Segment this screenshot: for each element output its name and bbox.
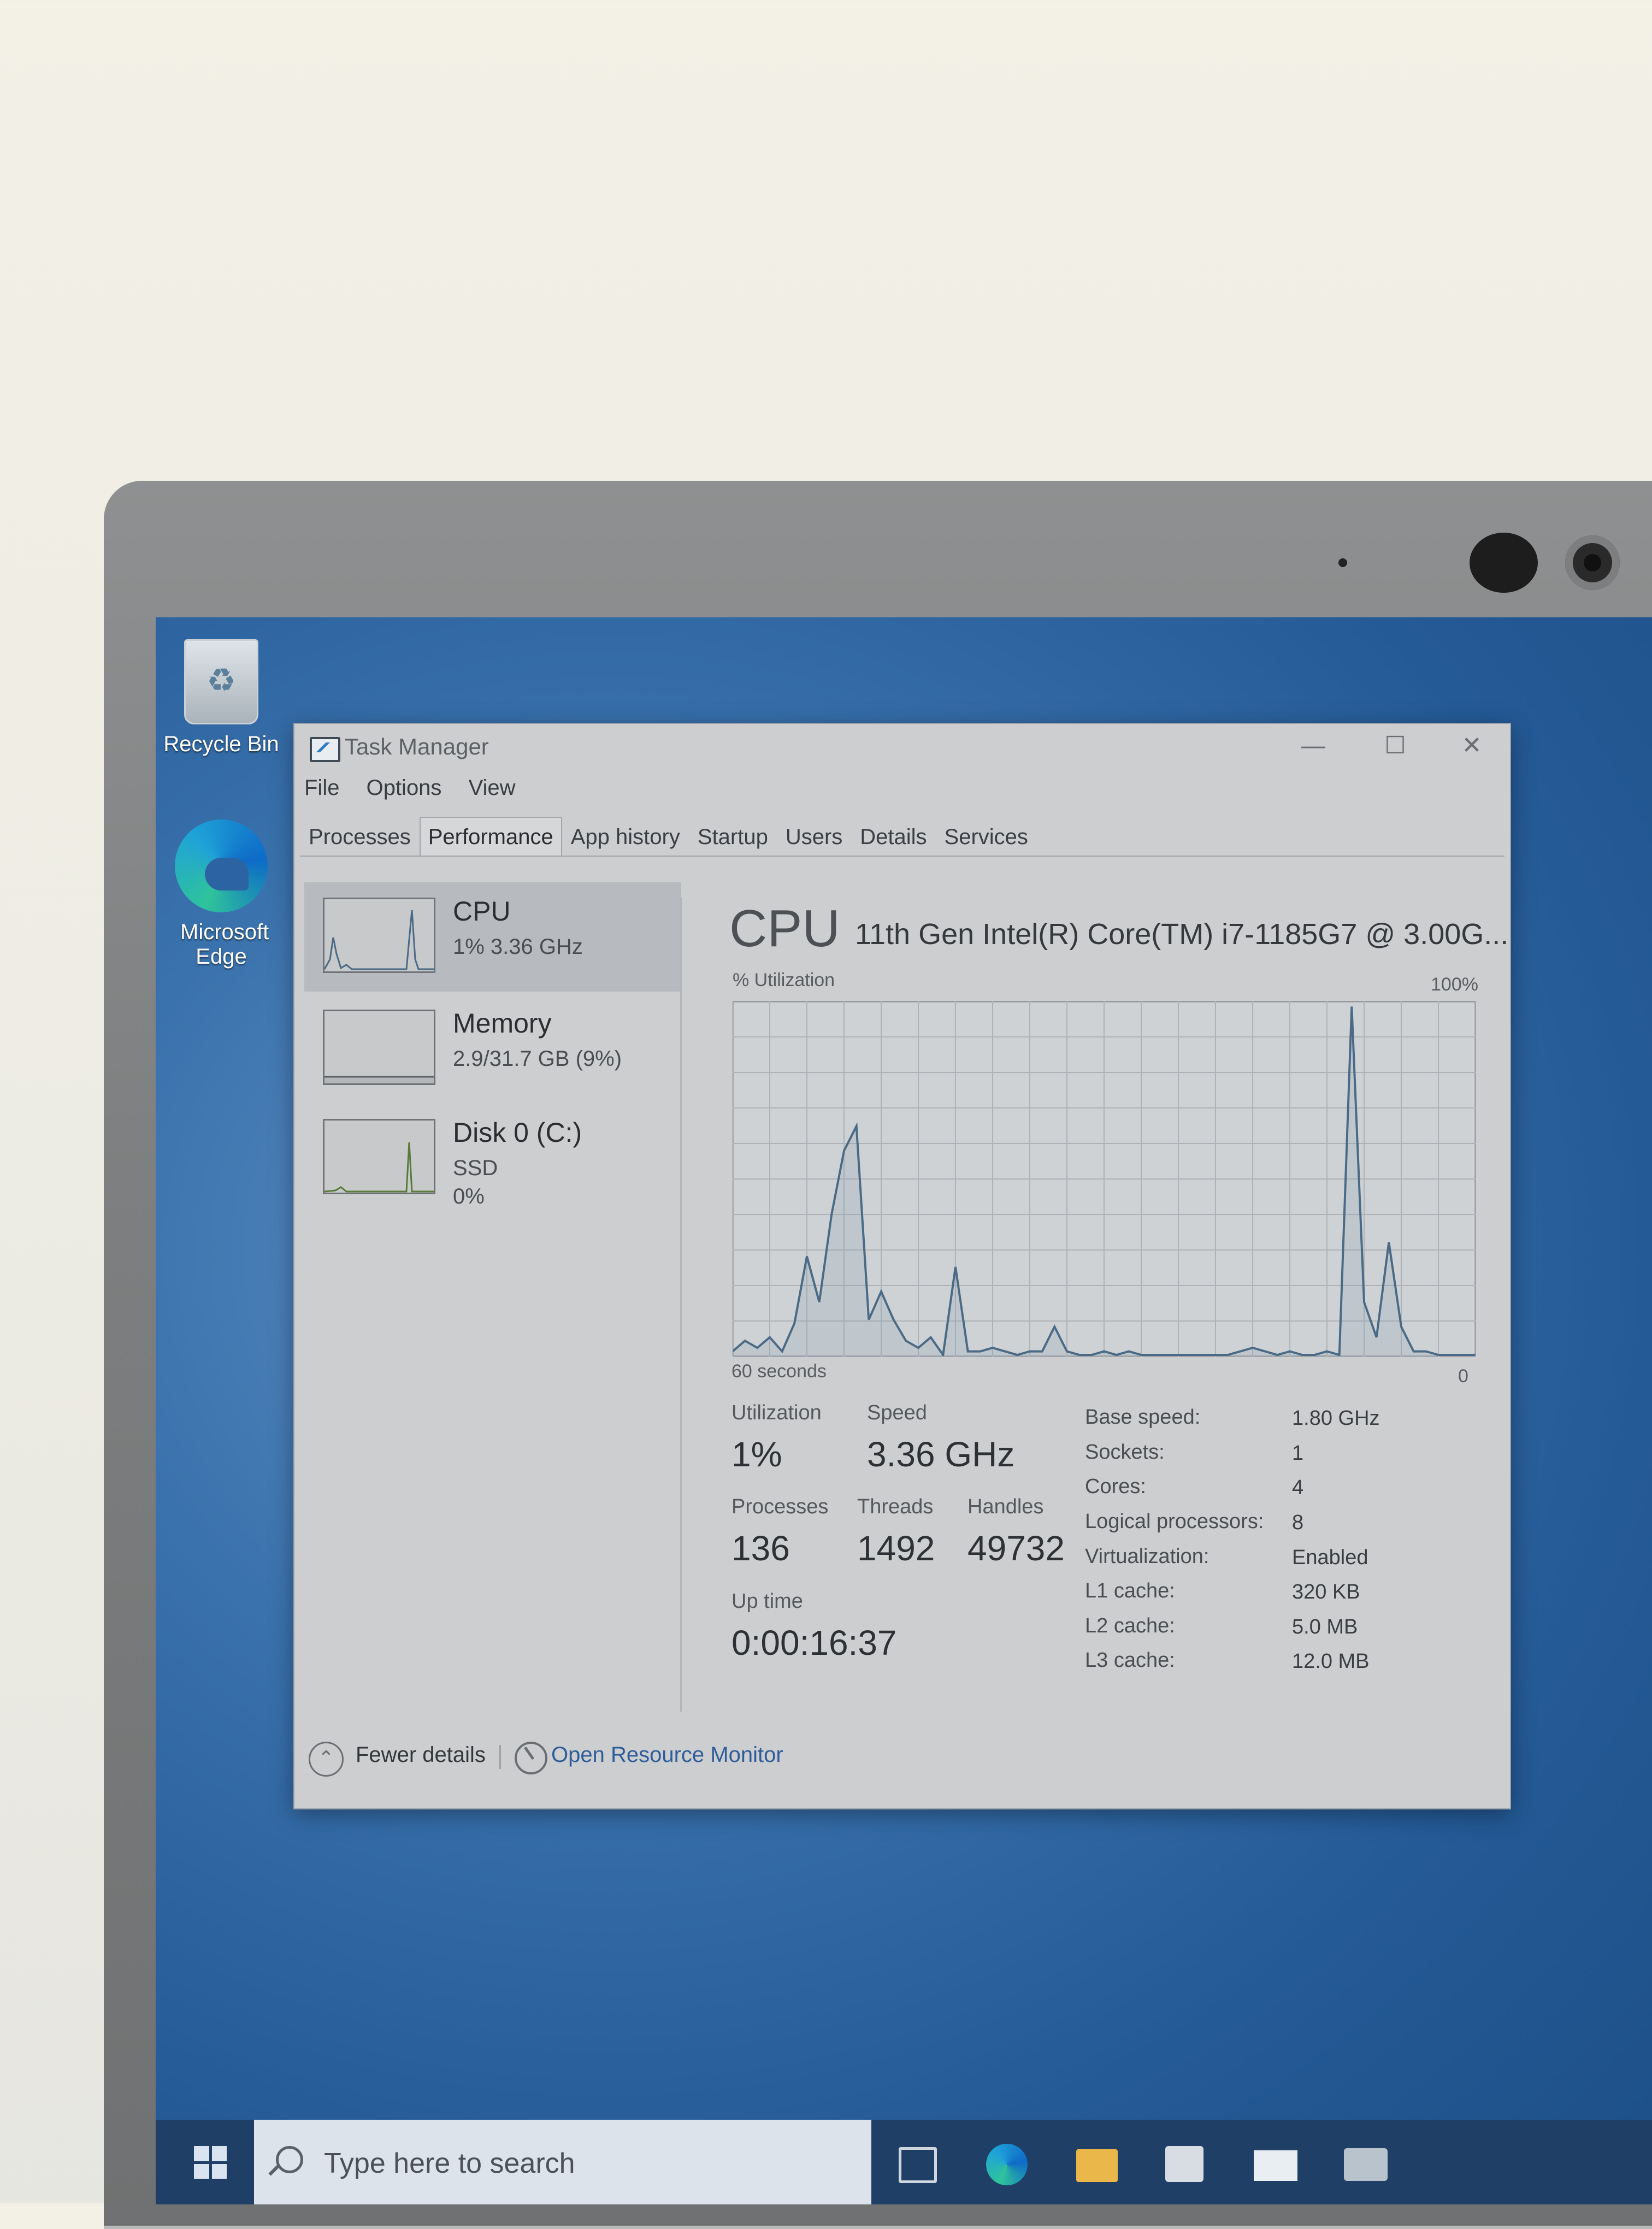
spec-label: L3 cache:: [1085, 1649, 1175, 1672]
sidebar-title: CPU: [453, 896, 511, 927]
graph-max-label: 100%: [1431, 974, 1478, 995]
window-footer: ⌃ Fewer details Open Resource Monitor: [294, 1732, 1510, 1786]
spec-value: 8: [1292, 1511, 1304, 1534]
windows-start-icon[interactable]: [194, 2146, 227, 2179]
desktop-icon-label: Microsoft Edge: [180, 920, 269, 969]
graph-x-label: 60 seconds: [731, 1361, 827, 1382]
search-placeholder: Type here to search: [324, 2148, 575, 2179]
panel-divider: [680, 898, 682, 1712]
spec-value: 1: [1292, 1442, 1304, 1465]
cpu-utilization-graph: [731, 1000, 1477, 1358]
desktop-icon-label: Recycle Bin: [163, 732, 279, 756]
recycle-bin-icon: [184, 639, 258, 724]
spec-value: 5.0 MB: [1292, 1615, 1358, 1638]
close-button[interactable]: ✕: [1439, 729, 1504, 762]
task-manager-icon: [310, 737, 340, 762]
sidebar-subtitle: SSD: [453, 1156, 498, 1180]
store-icon[interactable]: [1165, 2146, 1203, 2182]
spec-label: Logical processors:: [1085, 1510, 1264, 1533]
maximize-button[interactable]: ☐: [1362, 729, 1428, 762]
handles-label: Handles: [967, 1495, 1044, 1518]
sidebar-title: Memory: [453, 1008, 552, 1039]
sidebar-item-cpu[interactable]: CPU 1% 3.36 GHz: [304, 882, 681, 992]
cpu-graph-svg: [731, 1000, 1477, 1358]
edge-icon: [175, 819, 268, 912]
menu-bar: File Options View: [304, 776, 536, 809]
sidebar-subtitle: 1% 3.36 GHz: [453, 935, 583, 959]
memory-thumbnail-graph: [323, 1010, 435, 1085]
sidebar-subtitle-2: 0%: [453, 1184, 485, 1208]
spec-value: 1.80 GHz: [1292, 1407, 1380, 1430]
spec-value: 4: [1292, 1476, 1304, 1499]
desktop-icon-edge[interactable]: Microsoft Edge: [156, 819, 287, 969]
detail-heading: CPU: [729, 899, 840, 958]
tab-app-history[interactable]: App history: [562, 817, 689, 856]
menu-options[interactable]: Options: [367, 776, 442, 800]
sidebar-item-disk[interactable]: Disk 0 (C:) SSD 0%: [304, 1104, 681, 1213]
edge-taskbar-icon[interactable]: [986, 2144, 1028, 2185]
webcam-lens: [1565, 535, 1620, 590]
spec-label: Virtualization:: [1085, 1545, 1210, 1568]
disk-thumbnail-graph: [323, 1119, 435, 1194]
camera-indicator: [1338, 558, 1347, 567]
search-icon: [276, 2146, 303, 2173]
tab-processes[interactable]: Processes: [300, 817, 420, 856]
spec-label: Sockets:: [1085, 1441, 1165, 1464]
utilization-label: Utilization: [731, 1401, 822, 1424]
tab-performance[interactable]: Performance: [419, 817, 562, 856]
open-resource-monitor-link[interactable]: Open Resource Monitor: [551, 1743, 783, 1767]
task-manager-window: Task Manager — ☐ ✕ File Options View Pro…: [293, 723, 1511, 1809]
tab-users[interactable]: Users: [777, 817, 851, 856]
ir-sensor: [1470, 533, 1538, 593]
footer-separator: [499, 1745, 501, 1769]
spec-label: Cores:: [1085, 1475, 1146, 1498]
spec-value: 12.0 MB: [1292, 1650, 1370, 1673]
window-title: Task Manager: [345, 734, 489, 759]
cpu-model-name: 11th Gen Intel(R) Core(TM) i7-1185G7 @ 3…: [855, 918, 1509, 951]
threads-value: 1492: [857, 1529, 935, 1568]
menu-file[interactable]: File: [304, 776, 339, 800]
speed-value: 3.36 GHz: [867, 1435, 1015, 1474]
uptime-value: 0:00:16:37: [731, 1623, 897, 1662]
sidebar-subtitle: 2.9/31.7 GB (9%): [453, 1047, 622, 1071]
menu-view[interactable]: View: [469, 776, 516, 800]
sidebar-title: Disk 0 (C:): [453, 1117, 582, 1148]
pinned-app-icon[interactable]: [1344, 2148, 1388, 2181]
spec-label: Base speed:: [1085, 1406, 1201, 1429]
graph-min-label: 0: [1458, 1366, 1468, 1387]
desktop-screen: Recycle Bin Microsoft Edge Task Manager …: [156, 617, 1652, 2204]
threads-label: Threads: [857, 1495, 934, 1518]
title-bar[interactable]: Task Manager — ☐ ✕: [294, 724, 1510, 770]
speed-label: Speed: [867, 1401, 927, 1424]
spec-value: Enabled: [1292, 1546, 1368, 1569]
minimize-button[interactable]: —: [1281, 729, 1346, 762]
spec-value: 320 KB: [1292, 1581, 1360, 1603]
spec-label: L1 cache:: [1085, 1579, 1175, 1602]
chevron-up-icon[interactable]: ⌃: [309, 1742, 344, 1777]
taskbar: Type here to search: [156, 2120, 1652, 2204]
processes-value: 136: [731, 1529, 790, 1568]
processes-label: Processes: [731, 1495, 829, 1518]
sidebar-item-memory[interactable]: Memory 2.9/31.7 GB (9%): [304, 994, 681, 1104]
tab-services[interactable]: Services: [936, 817, 1037, 856]
tab-divider: [300, 856, 1504, 857]
resource-monitor-icon[interactable]: [515, 1742, 547, 1774]
handles-value: 49732: [967, 1529, 1065, 1568]
cpu-thumbnail-graph: [323, 898, 435, 973]
spec-label: L2 cache:: [1085, 1614, 1175, 1637]
mail-icon[interactable]: [1254, 2150, 1297, 2181]
utilization-value: 1%: [731, 1435, 782, 1474]
graph-y-label: % Utilization: [733, 970, 835, 990]
tab-strip: Processes Performance App history Startu…: [300, 817, 1037, 856]
tab-details[interactable]: Details: [851, 817, 935, 856]
file-explorer-icon[interactable]: [1076, 2149, 1118, 2182]
tab-startup[interactable]: Startup: [689, 817, 777, 856]
uptime-label: Up time: [731, 1590, 803, 1613]
fewer-details-link[interactable]: Fewer details: [356, 1743, 486, 1767]
desktop-icon-recycle-bin[interactable]: Recycle Bin: [156, 639, 287, 757]
taskbar-search-box[interactable]: Type here to search: [254, 2120, 871, 2204]
task-view-icon[interactable]: [899, 2147, 937, 2183]
